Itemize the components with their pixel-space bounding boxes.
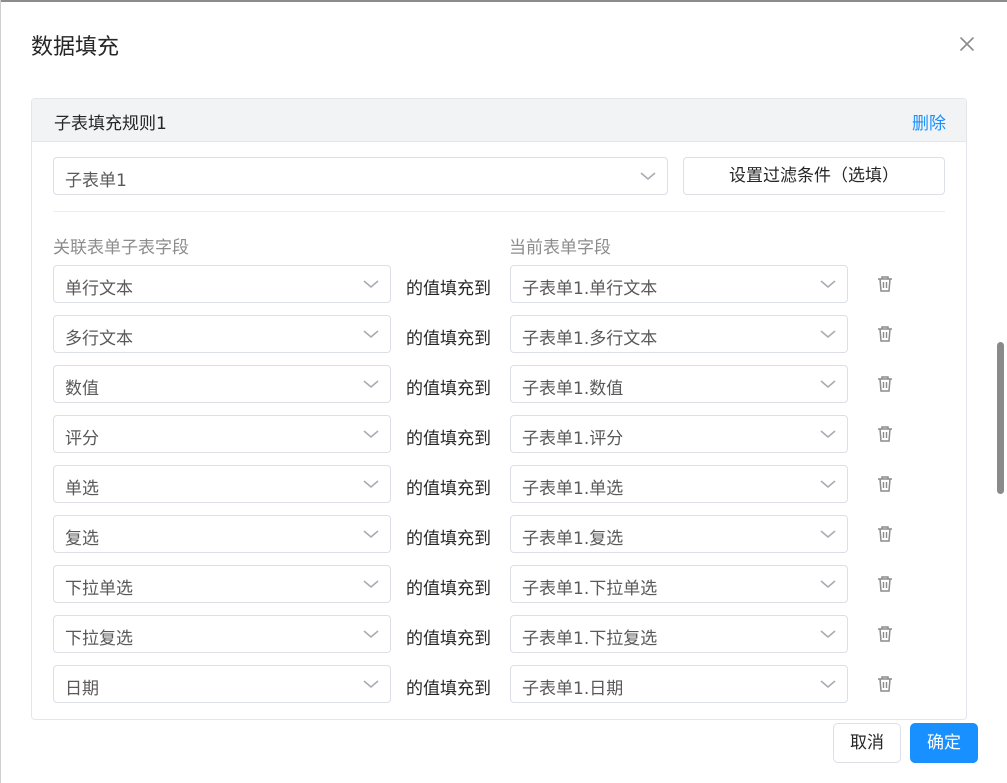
divider <box>53 211 945 212</box>
target-field-value: 子表单1.单选 <box>522 479 624 499</box>
chevron-down-icon <box>363 330 379 339</box>
source-field-select[interactable]: 日期 <box>53 665 391 703</box>
target-field-value: 子表单1.下拉复选 <box>522 629 658 649</box>
source-field-value: 下拉复选 <box>65 629 133 649</box>
data-fill-dialog: 数据填充 子表填充规则1 删除 子表单1 设置过滤条件（选填） 关联表单子表字段… <box>1 2 1007 783</box>
fill-to-label: 的值填充到 <box>406 479 491 499</box>
source-field-select[interactable]: 复选 <box>53 515 391 553</box>
delete-rule-link[interactable]: 删除 <box>912 109 946 134</box>
chevron-down-icon <box>820 430 836 439</box>
chevron-down-icon <box>363 530 379 539</box>
filter-condition-button[interactable]: 设置过滤条件（选填） <box>683 157 945 195</box>
chevron-down-icon <box>640 172 656 181</box>
chevron-down-icon <box>363 630 379 639</box>
source-field-select[interactable]: 单行文本 <box>53 265 391 303</box>
chevron-down-icon <box>820 330 836 339</box>
target-field-select[interactable]: 子表单1.下拉单选 <box>510 565 848 603</box>
trash-icon[interactable] <box>876 574 894 594</box>
rule-title: 子表填充规则1 <box>54 114 167 134</box>
fill-to-label: 的值填充到 <box>406 329 491 349</box>
source-field-value: 单行文本 <box>65 279 133 299</box>
subtable-select[interactable]: 子表单1 <box>53 157 668 195</box>
chevron-down-icon <box>820 680 836 689</box>
chevron-down-icon <box>363 580 379 589</box>
trash-icon[interactable] <box>876 674 894 694</box>
cancel-button[interactable]: 取消 <box>833 723 901 763</box>
chevron-down-icon <box>820 480 836 489</box>
source-field-value: 下拉单选 <box>65 579 133 599</box>
source-field-value: 评分 <box>65 429 99 449</box>
source-field-select[interactable]: 下拉单选 <box>53 565 391 603</box>
source-field-value: 多行文本 <box>65 329 133 349</box>
target-field-value: 子表单1.下拉单选 <box>522 579 658 599</box>
trash-icon[interactable] <box>876 474 894 494</box>
target-field-value: 子表单1.日期 <box>522 679 624 699</box>
source-field-value: 数值 <box>65 379 99 399</box>
source-field-select[interactable]: 下拉复选 <box>53 615 391 653</box>
target-field-value: 子表单1.评分 <box>522 429 624 449</box>
target-field-select[interactable]: 子表单1.单选 <box>510 465 848 503</box>
target-field-select[interactable]: 子表单1.单行文本 <box>510 265 848 303</box>
target-field-select[interactable]: 子表单1.下拉复选 <box>510 615 848 653</box>
chevron-down-icon <box>363 380 379 389</box>
fill-to-label: 的值填充到 <box>406 629 491 649</box>
chevron-down-icon <box>820 280 836 289</box>
chevron-down-icon <box>820 630 836 639</box>
fill-to-label: 的值填充到 <box>406 379 491 399</box>
chevron-down-icon <box>820 580 836 589</box>
scrollbar-thumb[interactable] <box>997 342 1004 494</box>
source-field-value: 日期 <box>65 679 99 699</box>
source-field-value: 复选 <box>65 529 99 549</box>
source-field-select[interactable]: 多行文本 <box>53 315 391 353</box>
target-field-select[interactable]: 子表单1.日期 <box>510 665 848 703</box>
target-field-value: 子表单1.单行文本 <box>522 279 658 299</box>
trash-icon[interactable] <box>876 424 894 444</box>
subtable-select-value: 子表单1 <box>65 171 127 191</box>
fill-to-label: 的值填充到 <box>406 279 491 299</box>
rule-header: 子表填充规则1 删除 <box>32 99 966 142</box>
source-column-label: 关联表单子表字段 <box>53 238 189 258</box>
chevron-down-icon <box>820 530 836 539</box>
target-field-select[interactable]: 子表单1.多行文本 <box>510 315 848 353</box>
target-field-value: 子表单1.复选 <box>522 529 624 549</box>
chevron-down-icon <box>363 430 379 439</box>
target-field-select[interactable]: 子表单1.数值 <box>510 365 848 403</box>
trash-icon[interactable] <box>876 524 894 544</box>
chevron-down-icon <box>820 380 836 389</box>
target-column-label: 当前表单字段 <box>509 238 611 258</box>
fill-to-label: 的值填充到 <box>406 679 491 699</box>
fill-to-label: 的值填充到 <box>406 579 491 599</box>
target-field-value: 子表单1.多行文本 <box>522 329 658 349</box>
target-field-value: 子表单1.数值 <box>522 379 624 399</box>
rule-card: 子表填充规则1 删除 子表单1 设置过滤条件（选填） 关联表单子表字段 当前表单… <box>31 98 967 720</box>
chevron-down-icon <box>363 480 379 489</box>
close-icon[interactable] <box>953 30 981 58</box>
trash-icon[interactable] <box>876 374 894 394</box>
source-field-select[interactable]: 评分 <box>53 415 391 453</box>
dialog-title: 数据填充 <box>31 35 120 60</box>
chevron-down-icon <box>363 680 379 689</box>
source-field-select[interactable]: 单选 <box>53 465 391 503</box>
confirm-button[interactable]: 确定 <box>910 723 978 763</box>
trash-icon[interactable] <box>876 324 894 344</box>
chevron-down-icon <box>363 280 379 289</box>
source-field-value: 单选 <box>65 479 99 499</box>
trash-icon[interactable] <box>876 274 894 294</box>
target-field-select[interactable]: 子表单1.复选 <box>510 515 848 553</box>
trash-icon[interactable] <box>876 624 894 644</box>
target-field-select[interactable]: 子表单1.评分 <box>510 415 848 453</box>
fill-to-label: 的值填充到 <box>406 429 491 449</box>
fill-to-label: 的值填充到 <box>406 529 491 549</box>
source-field-select[interactable]: 数值 <box>53 365 391 403</box>
